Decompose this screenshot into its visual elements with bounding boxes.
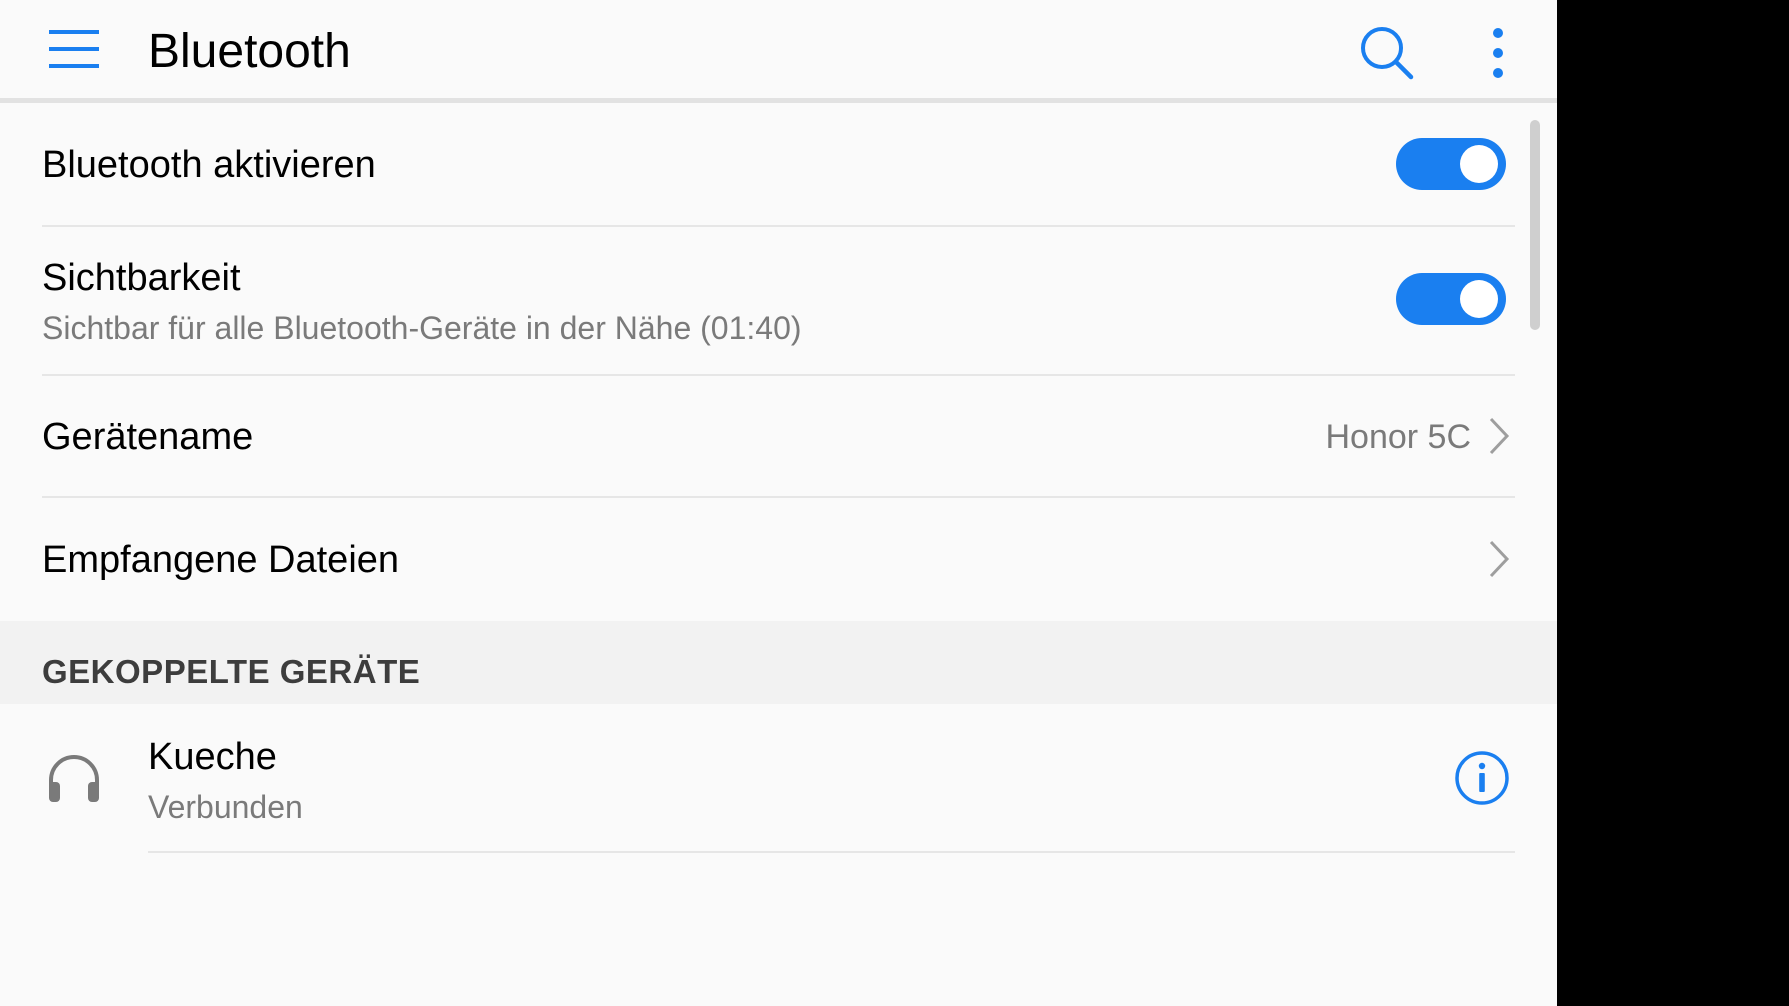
app-bar: Bluetooth: [0, 0, 1557, 98]
toggle-knob: [1460, 145, 1498, 183]
enable-bluetooth-row[interactable]: Bluetooth aktivieren: [0, 103, 1557, 225]
bluetooth-settings-screen: Bluetooth Bluetooth aktivieren Sichtbark…: [0, 0, 1557, 1006]
chevron-right-icon: [1489, 540, 1510, 578]
visibility-label: Sichtbarkeit: [42, 257, 241, 299]
divider: [148, 851, 1515, 853]
enable-bluetooth-label: Bluetooth aktivieren: [42, 144, 376, 186]
search-icon: [1361, 27, 1414, 80]
visibility-subtitle: Sichtbar für alle Bluetooth-Geräte in de…: [42, 310, 802, 346]
toggle-knob: [1460, 280, 1498, 318]
device-name-label: Gerätename: [42, 416, 254, 458]
more-options-button[interactable]: [1470, 18, 1526, 88]
chevron-right-icon: [1489, 417, 1510, 455]
paired-device-name: Kueche: [148, 736, 277, 778]
hamburger-menu-icon: [49, 30, 99, 68]
device-name-row[interactable]: Gerätename Honor 5C: [0, 376, 1557, 496]
received-files-label: Empfangene Dateien: [42, 539, 400, 581]
more-vertical-icon: [1493, 28, 1503, 78]
info-icon[interactable]: [1454, 750, 1510, 806]
received-files-row[interactable]: Empfangene Dateien: [0, 498, 1557, 621]
enable-bluetooth-toggle[interactable]: [1396, 138, 1506, 190]
visibility-row[interactable]: Sichtbarkeit Sichtbar für alle Bluetooth…: [0, 227, 1557, 374]
page-title: Bluetooth: [148, 25, 351, 78]
device-name-value: Honor 5C: [1325, 418, 1471, 456]
visibility-toggle[interactable]: [1396, 273, 1506, 325]
paired-devices-heading: GEKOPPELTE GERÄTE: [42, 653, 421, 690]
paired-device-status: Verbunden: [148, 789, 303, 825]
search-button[interactable]: [1352, 18, 1422, 88]
headphones-icon: [49, 755, 99, 802]
hamburger-menu-button[interactable]: [36, 16, 112, 82]
